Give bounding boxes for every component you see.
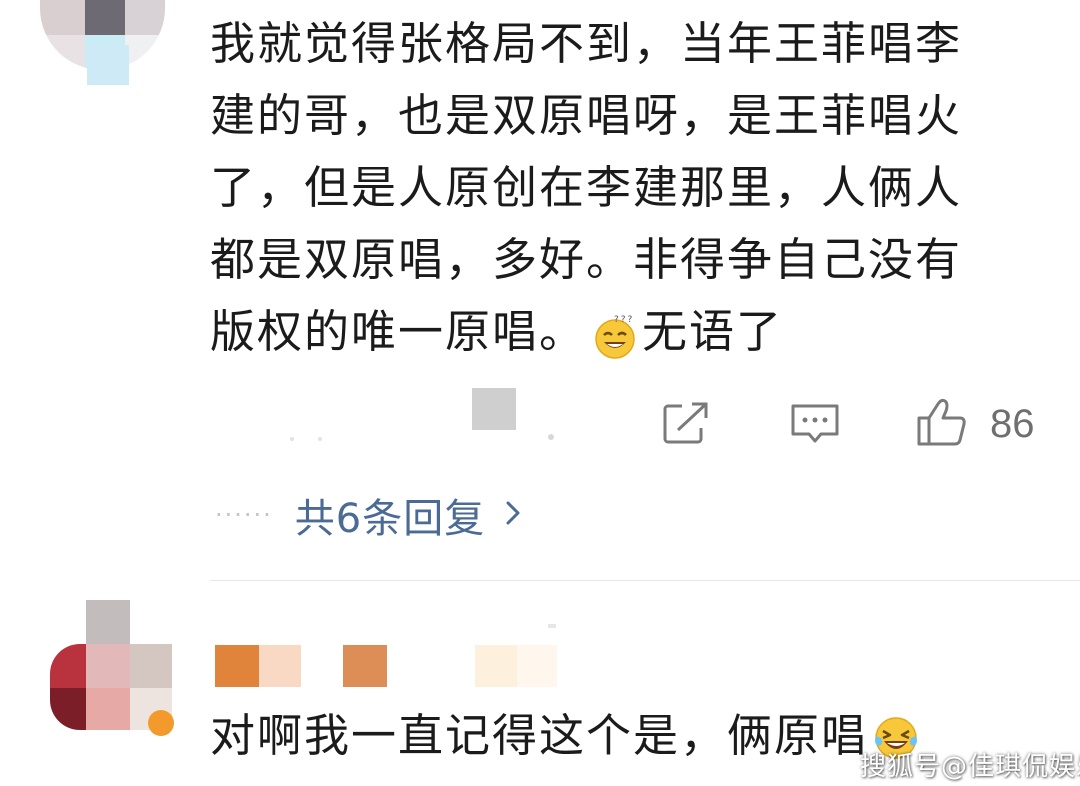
divider <box>210 580 1080 581</box>
thumbs-up-icon <box>917 398 966 446</box>
sweat-smile-emoji-icon: ??? <box>592 308 638 359</box>
comment-icon <box>791 404 839 443</box>
comment-tail: 无语了 <box>642 305 784 358</box>
blurred-username <box>215 645 575 690</box>
like-button[interactable] <box>916 396 970 452</box>
chevron-right-icon <box>503 498 523 532</box>
comment-body: 我就觉得张格局不到，当年王菲唱李 建的哥，也是双原唱呀，是王菲唱火 了，但是人原… <box>210 8 1050 368</box>
blurred-dot <box>548 434 554 440</box>
comment-line-4: 都是双原唱，多好。非得争自己没有 <box>210 233 963 286</box>
comment-button[interactable] <box>790 400 840 452</box>
comment-body: 对啊我一直记得这个是，俩原唱 <box>210 700 920 772</box>
comment-line-5: 版权的唯一原唱。 <box>210 305 587 358</box>
blurred-tag <box>472 388 516 430</box>
avatar-fragment <box>87 45 129 85</box>
watermark: 搜狐号@佳琪侃娱乐 <box>860 752 1080 782</box>
blurred-dot <box>548 624 556 628</box>
avatar[interactable] <box>40 600 175 750</box>
blurred-dot <box>290 437 294 441</box>
like-count: 86 <box>990 402 1035 446</box>
badge-icon <box>148 710 174 736</box>
svg-text:???: ??? <box>614 315 634 325</box>
share-button[interactable] <box>662 400 710 452</box>
blurred-dot <box>318 437 322 441</box>
comment-thread: 我就觉得张格局不到，当年王菲唱李 建的哥，也是双原唱呀，是王菲唱火 了，但是人原… <box>0 0 1080 786</box>
comment-text: 对啊我一直记得这个是，俩原唱 <box>210 709 869 762</box>
replies-dots: ······ <box>215 501 273 529</box>
replies-label: 共6条回复 <box>294 496 486 542</box>
comment-line-2: 建的哥，也是双原唱呀，是王菲唱火 <box>210 89 963 142</box>
share-icon <box>663 402 710 444</box>
view-replies-link[interactable]: ······ 共6条回复 <box>215 490 523 542</box>
comment-line-1: 我就觉得张格局不到，当年王菲唱李 <box>210 17 963 70</box>
comment-line-3: 了，但是人原创在李建那里，人俩人 <box>210 161 963 214</box>
